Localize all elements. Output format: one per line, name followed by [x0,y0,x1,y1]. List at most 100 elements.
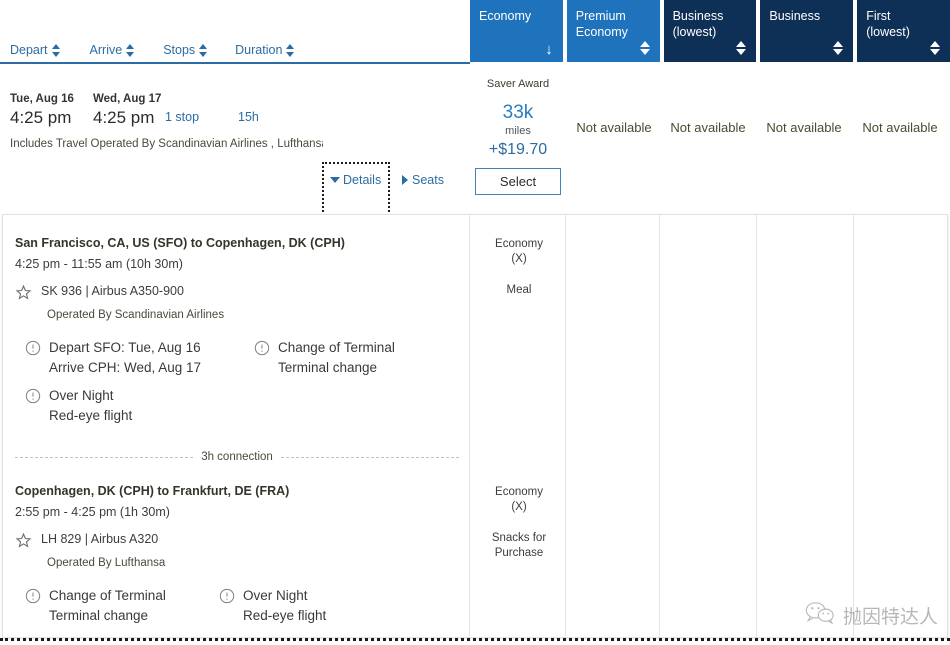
connection-divider: 3h connection [15,451,459,463]
cabin-tab-label: Premium Economy [575,9,628,39]
sort-by-depart[interactable]: Depart [10,43,60,57]
depart-day: Tue, Aug 16 [10,93,74,105]
wechat-icon [805,600,835,631]
sort-arrows-icon [286,43,295,57]
cabin-tab-business-lowest[interactable]: Business (lowest) [663,0,757,62]
flight-details-panel: San Francisco, CA, US (SFO) to Copenhage… [2,214,948,638]
watermark: 抛因特达人 [805,600,938,631]
cabin-tab-label: First (lowest) [866,9,910,39]
segment-notes: Depart SFO: Tue, Aug 16 Arrive CPH: Wed,… [15,338,471,434]
arrive-day: Wed, Aug 17 [93,93,162,105]
cabin-class-tabs: Economy ↓ Premium Economy Business (lowe… [470,0,950,62]
duration-value: 15h [238,110,259,124]
note-title: Change of Terminal [278,340,395,355]
note-title: Depart SFO: Tue, Aug 16 [49,340,201,355]
column-divider [659,215,660,637]
first-lowest-unavailable: Not available [862,120,938,135]
cabin-tab-label: Economy [479,9,532,23]
business-unavailable: Not available [766,120,842,135]
arrive-column: Wed, Aug 17 4:25 pm [93,92,161,129]
business-lowest-unavailable: Not available [670,120,746,135]
award-type-label: Saver Award [486,78,550,90]
sort-stops-label: Stops [163,43,196,57]
cabin-tab-economy[interactable]: Economy ↓ [470,0,563,62]
segment-route: Copenhagen, DK (CPH) to Frankfurt, DE (F… [15,484,290,498]
sort-duration-label: Duration [235,43,283,57]
sort-arrows-icon [929,40,941,56]
star-icon [15,284,32,306]
miles-unit-label: miles [505,125,531,137]
sort-arrows-icon [639,40,651,56]
note-sub: Red-eye flight [49,408,133,423]
sort-arrive-label: Arrive [89,43,123,57]
segment-flight-number: SK 936 | Airbus A350-900 [41,284,184,298]
sort-arrows-icon [51,43,60,57]
cabin-tab-first-lowest[interactable]: First (lowest) [857,0,950,62]
note-sub: Terminal change [278,360,378,375]
alert-circle-icon [25,588,41,609]
divider-line-right [280,456,459,458]
cabin-tab-label: Business [769,9,821,23]
note-title: Change of Terminal [49,588,166,603]
watermark-text: 抛因特达人 [842,606,938,628]
taxes-amount: +$19.70 [488,141,548,158]
segment-route: San Francisco, CA, US (SFO) to Copenhage… [15,236,345,250]
segment-2-cabin-cell: Economy (X) Snacks for Purchase [471,485,567,561]
cabin-service: Meal [506,284,532,296]
sort-by-arrive[interactable]: Arrive [90,43,135,57]
alert-circle-icon [219,588,235,609]
column-divider [756,215,757,637]
divider-line-left [15,456,194,458]
column-divider [853,215,854,637]
star-icon [15,532,32,554]
segment-1-cabin-cell: Economy (X) Meal [471,237,567,298]
sort-arrows-icon [126,43,135,57]
cabin-class-name: Economy [495,238,543,250]
chevron-right-icon [402,175,408,185]
premium-economy-unavailable: Not available [576,120,652,135]
segment-operator: Operated By Scandinavian Airlines [47,309,225,321]
segment-flight-number: LH 829 | Airbus A320 [41,532,159,546]
cabin-class-name: Economy [495,486,543,498]
note-sub: Red-eye flight [243,608,327,623]
details-toggle[interactable]: Details [330,173,381,187]
cabin-service-line2: Purchase [494,547,544,559]
stops-value[interactable]: 1 stop [165,110,199,124]
alert-circle-icon [25,388,41,409]
note-terminal-change: Change of Terminal Terminal change [25,586,166,626]
segment-flight-row: LH 829 | Airbus A320 [15,531,471,554]
sort-arrows-icon [199,43,208,57]
note-terminal-change: Change of Terminal Terminal change [254,338,395,378]
note-title: Over Night [49,388,114,403]
note-overnight: Over Night Red-eye flight [219,586,326,626]
select-button[interactable]: Select [475,168,561,195]
segment-times: 4:25 pm - 11:55 am (10h 30m) [15,257,183,271]
seats-toggle[interactable]: Seats [402,173,444,187]
miles-amount: 33k [502,102,534,123]
cabin-tab-premium-economy[interactable]: Premium Economy [566,0,660,62]
cabin-tab-label: Business (lowest) [672,9,724,39]
bottom-dotted-border [0,638,950,641]
alert-circle-icon [25,340,41,361]
details-label: Details [343,173,382,187]
note-depart-arrive: Depart SFO: Tue, Aug 16 Arrive CPH: Wed,… [25,338,201,378]
cabin-class-code: (X) [511,253,527,265]
sort-by-duration[interactable]: Duration [235,43,295,57]
cabin-class-code: (X) [511,501,527,513]
flight-results-page: Economy ↓ Premium Economy Business (lowe… [0,0,950,645]
alert-circle-icon [254,340,270,361]
cabin-tab-business[interactable]: Business [760,0,854,62]
sort-by-stops[interactable]: Stops [163,43,208,57]
segment-operator: Operated By Lufthansa [47,557,166,569]
seats-label: Seats [412,173,444,187]
segment-2: Copenhagen, DK (CPH) to Frankfurt, DE (F… [3,483,471,637]
segment-times: 2:55 pm - 4:25 pm (1h 30m) [15,505,170,519]
sort-arrows-icon [833,40,844,56]
flight-summary-row: Tue, Aug 16 4:25 pm Wed, Aug 17 4:25 pm … [0,70,950,280]
header-divider [0,62,470,64]
cabin-service-line1: Snacks for [491,532,547,544]
segment-flight-row: SK 936 | Airbus A350-900 [15,283,471,306]
connection-label: 3h connection [201,451,273,463]
note-overnight: Over Night Red-eye flight [25,386,132,426]
depart-column: Tue, Aug 16 4:25 pm [10,92,74,129]
